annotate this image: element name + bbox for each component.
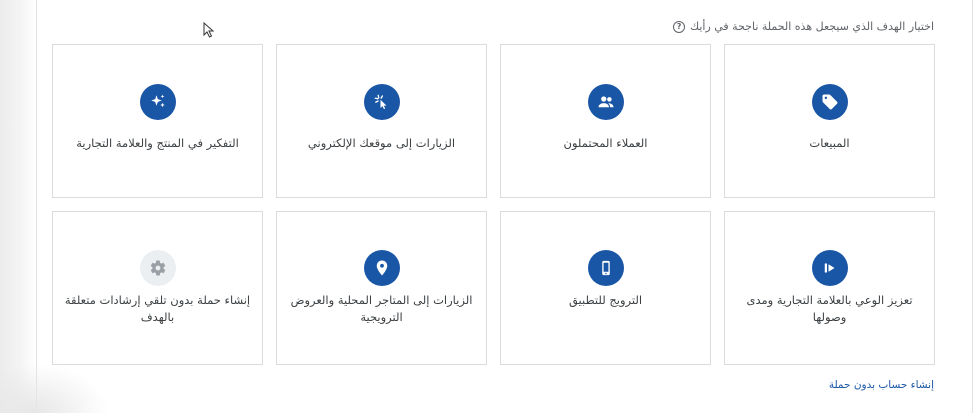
- goal-card-app-promotion[interactable]: الترويج للتطبيق: [500, 211, 711, 365]
- left-rail: [0, 0, 37, 413]
- location-pin-icon: [363, 250, 400, 286]
- create-account-without-campaign-link[interactable]: إنشاء حساب بدون حملة: [829, 379, 934, 391]
- goal-label: تعزيز الوعي بالعلامة التجارية ومدى وصوله…: [746, 293, 913, 324]
- goal-question: اختيار الهدف الذي سيجعل هذه الحملة ناجحة…: [673, 20, 934, 33]
- goal-selection-page: اختيار الهدف الذي سيجعل هذه الحملة ناجحة…: [0, 0, 973, 413]
- goal-label: الزيارات إلى المتاجر المحلية والعروض الت…: [290, 293, 473, 324]
- goal-grid: المبيعات العملاء المحتملون الزيارات إلى …: [51, 44, 935, 365]
- goal-card-website-traffic[interactable]: الزيارات إلى موقعك الإلكتروني: [276, 44, 487, 198]
- goal-card-sales[interactable]: المبيعات: [724, 44, 935, 198]
- goal-label: الترويج للتطبيق: [568, 293, 643, 307]
- goal-label: المبيعات: [809, 136, 850, 150]
- goal-card-local-store-visits[interactable]: الزيارات إلى المتاجر المحلية والعروض الت…: [276, 211, 487, 365]
- goal-label: إنشاء حملة بدون تلقي إرشادات متعلقة باله…: [64, 293, 251, 324]
- goal-card-no-goal[interactable]: إنشاء حملة بدون تلقي إرشادات متعلقة باله…: [52, 211, 263, 365]
- tag-icon: [811, 84, 848, 120]
- sparkle-icon: [139, 84, 176, 120]
- phone-icon: [587, 250, 624, 286]
- goal-card-leads[interactable]: العملاء المحتملون: [500, 44, 711, 198]
- goal-card-brand-awareness[interactable]: تعزيز الوعي بالعلامة التجارية ومدى وصوله…: [724, 211, 935, 365]
- mouse-pointer-icon: [203, 22, 215, 38]
- people-icon: [587, 84, 624, 120]
- goal-label: العملاء المحتملون: [563, 136, 648, 150]
- goal-label: الزيارات إلى موقعك الإلكتروني: [307, 136, 456, 150]
- cursor-click-icon: [363, 84, 400, 120]
- goal-card-product-consideration[interactable]: التفكير في المنتج والعلامة التجارية: [52, 44, 263, 198]
- bottom-fade: [0, 363, 110, 413]
- megaphone-icon: [811, 250, 848, 286]
- goal-label: التفكير في المنتج والعلامة التجارية: [76, 136, 239, 150]
- goal-question-text: اختيار الهدف الذي سيجعل هذه الحملة ناجحة…: [690, 20, 934, 33]
- gear-icon: [139, 250, 176, 286]
- question-circle-icon[interactable]: ?: [673, 20, 686, 33]
